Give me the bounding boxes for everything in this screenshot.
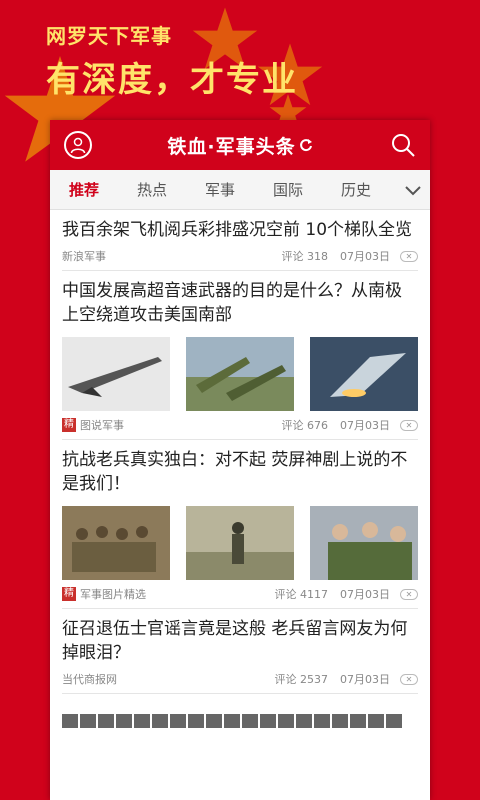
user-icon — [70, 137, 86, 154]
thumbnail-veterans[interactable] — [310, 506, 418, 580]
dismiss-button[interactable]: ✕ — [400, 673, 418, 685]
chevron-down-icon[interactable] — [404, 182, 422, 198]
news-source: 精 图说军事 — [62, 417, 282, 433]
comment-count: 评论 4117 — [274, 588, 329, 601]
partial-title — [62, 714, 402, 728]
news-title[interactable]: 征召退伍士官谣言竟是这般 老兵留言网友为何掉眼泪？ — [62, 617, 418, 665]
thumbnail-soldier-field[interactable] — [186, 506, 294, 580]
search-icon[interactable] — [390, 132, 416, 158]
news-title[interactable]: 我百余架飞机阅兵彩排盛况空前 10个梯队全览 — [62, 218, 418, 242]
news-meta: 新浪军事 评论 318 07月03日 ✕ — [62, 242, 418, 270]
news-date: 07月03日 — [340, 419, 390, 432]
news-item[interactable]: 我百余架飞机阅兵彩排盛况空前 10个梯队全览 新浪军事 评论 318 07月03… — [62, 210, 418, 271]
tab-hot[interactable]: 热点 — [118, 170, 186, 210]
news-date: 07月03日 — [340, 673, 390, 686]
tab-history[interactable]: 历史 — [322, 170, 390, 210]
dismiss-button[interactable]: ✕ — [400, 419, 418, 431]
news-date: 07月03日 — [340, 588, 390, 601]
thumbnail-soldiers-group[interactable] — [62, 506, 170, 580]
app-header: 铁血·军事头条 — [50, 120, 430, 170]
tab-recommend[interactable]: 推荐 — [50, 170, 118, 210]
comment-count: 评论 2537 — [274, 673, 329, 686]
promo-tagline: 网罗天下军事 — [46, 24, 172, 48]
promo-headline: 有深度，才专业 — [46, 60, 298, 100]
tab-international[interactable]: 国际 — [254, 170, 322, 210]
news-meta: 精 军事图片精选 评论 4117 07月03日 ✕ — [62, 580, 418, 608]
news-feed: 我百余架飞机阅兵彩排盛况空前 10个梯队全览 新浪军事 评论 318 07月03… — [50, 210, 430, 694]
news-thumbnails — [62, 337, 418, 411]
thumbnail-hypersonic-model[interactable] — [62, 337, 170, 411]
featured-badge: 精 — [62, 418, 76, 432]
news-source: 当代商报网 — [62, 673, 117, 686]
comment-count: 评论 318 — [281, 250, 329, 263]
thumbnail-missile-launchers[interactable] — [186, 337, 294, 411]
source-name: 军事图片精选 — [80, 588, 146, 601]
user-button[interactable] — [64, 131, 92, 159]
news-thumbnails — [62, 506, 418, 580]
news-item-partial[interactable] — [50, 694, 430, 734]
news-title[interactable]: 中国发展高超音速武器的目的是什么？从南极上空绕道攻击美国南部 — [62, 279, 418, 327]
app-title: 铁血·军事头条 — [167, 135, 296, 158]
news-item[interactable]: 抗战老兵真实独白：对不起 荧屏神剧上说的不是我们！ 精 军事图片精选 评论 41… — [62, 440, 418, 609]
news-title[interactable]: 抗战老兵真实独白：对不起 荧屏神剧上说的不是我们！ — [62, 448, 418, 496]
tab-military[interactable]: 军事 — [186, 170, 254, 210]
thumbnail-hypersonic-glider[interactable] — [310, 337, 418, 411]
news-source: 精 军事图片精选 — [62, 586, 275, 602]
featured-badge: 精 — [62, 587, 76, 601]
source-name: 图说军事 — [80, 419, 124, 432]
app-screen: 铁血·军事头条 推荐 热点 军事 国际 历史 我百余架飞机阅兵彩排盛况空前 10… — [50, 120, 430, 800]
comment-count: 评论 676 — [281, 419, 329, 432]
refresh-icon[interactable] — [299, 138, 313, 152]
news-date: 07月03日 — [340, 250, 390, 263]
news-meta: 当代商报网 评论 2537 07月03日 ✕ — [62, 665, 418, 693]
category-tabs: 推荐 热点 军事 国际 历史 — [50, 170, 430, 210]
news-source: 新浪军事 — [62, 250, 106, 263]
news-item[interactable]: 中国发展高超音速武器的目的是什么？从南极上空绕道攻击美国南部 精 图说军事 评论… — [62, 271, 418, 440]
dismiss-button[interactable]: ✕ — [400, 250, 418, 262]
dismiss-button[interactable]: ✕ — [400, 588, 418, 600]
news-meta: 精 图说军事 评论 676 07月03日 ✕ — [62, 411, 418, 439]
news-item[interactable]: 征召退伍士官谣言竟是这般 老兵留言网友为何掉眼泪？ 当代商报网 评论 2537 … — [62, 609, 418, 694]
